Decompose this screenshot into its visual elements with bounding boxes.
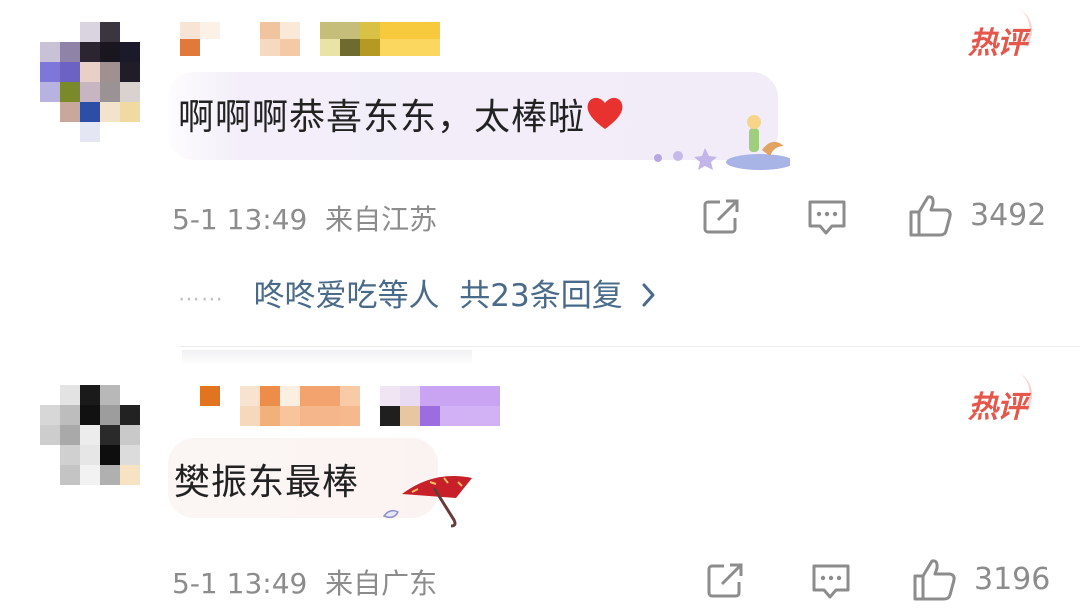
divider-shadow — [182, 350, 472, 366]
comment-location: 来自江苏 — [325, 203, 438, 236]
bubble-decoration — [650, 110, 794, 170]
comment-icon[interactable] — [810, 562, 852, 606]
avatar[interactable] — [40, 22, 140, 142]
like-count: 3492 — [970, 198, 1047, 233]
share-icon[interactable] — [706, 562, 746, 604]
hot-comment-badge: 热评 — [968, 382, 1027, 426]
reply-dots: ⋯⋯ — [178, 287, 224, 312]
comment-divider — [180, 346, 1080, 347]
hot-comment-badge: 热评 — [968, 18, 1027, 62]
share-icon[interactable] — [702, 198, 742, 240]
heart-emoji — [585, 95, 625, 140]
comment-text: 樊振东最棒 — [174, 462, 360, 503]
comment-location: 来自广东 — [325, 567, 438, 600]
comment-meta: 5-1 13:49 来自广东 — [172, 562, 437, 602]
comment-meta: 5-1 13:49 来自江苏 — [172, 198, 437, 238]
like-icon[interactable] — [908, 194, 954, 242]
username[interactable] — [180, 22, 450, 56]
reply-usernames[interactable]: 咚咚爱吃 — [254, 278, 378, 314]
avatar[interactable] — [40, 385, 140, 495]
chevron-right-icon[interactable] — [641, 280, 657, 316]
reply-count-link[interactable]: 共23条回复 — [459, 278, 622, 314]
comment-time: 5-1 13:49 — [172, 203, 308, 236]
reply-summary[interactable]: ⋯⋯ 咚咚爱吃等人 共23条回复 — [178, 270, 657, 316]
umbrella-decoration — [372, 468, 482, 530]
like-count: 3196 — [974, 562, 1051, 597]
username[interactable] — [180, 386, 510, 426]
reply-suffix: 等人 — [377, 278, 440, 314]
comment-text: 啊啊啊恭喜东东，太棒啦 — [178, 88, 625, 140]
comment-time: 5-1 13:49 — [172, 567, 308, 600]
comment-icon[interactable] — [806, 198, 848, 242]
like-icon[interactable] — [912, 558, 958, 606]
